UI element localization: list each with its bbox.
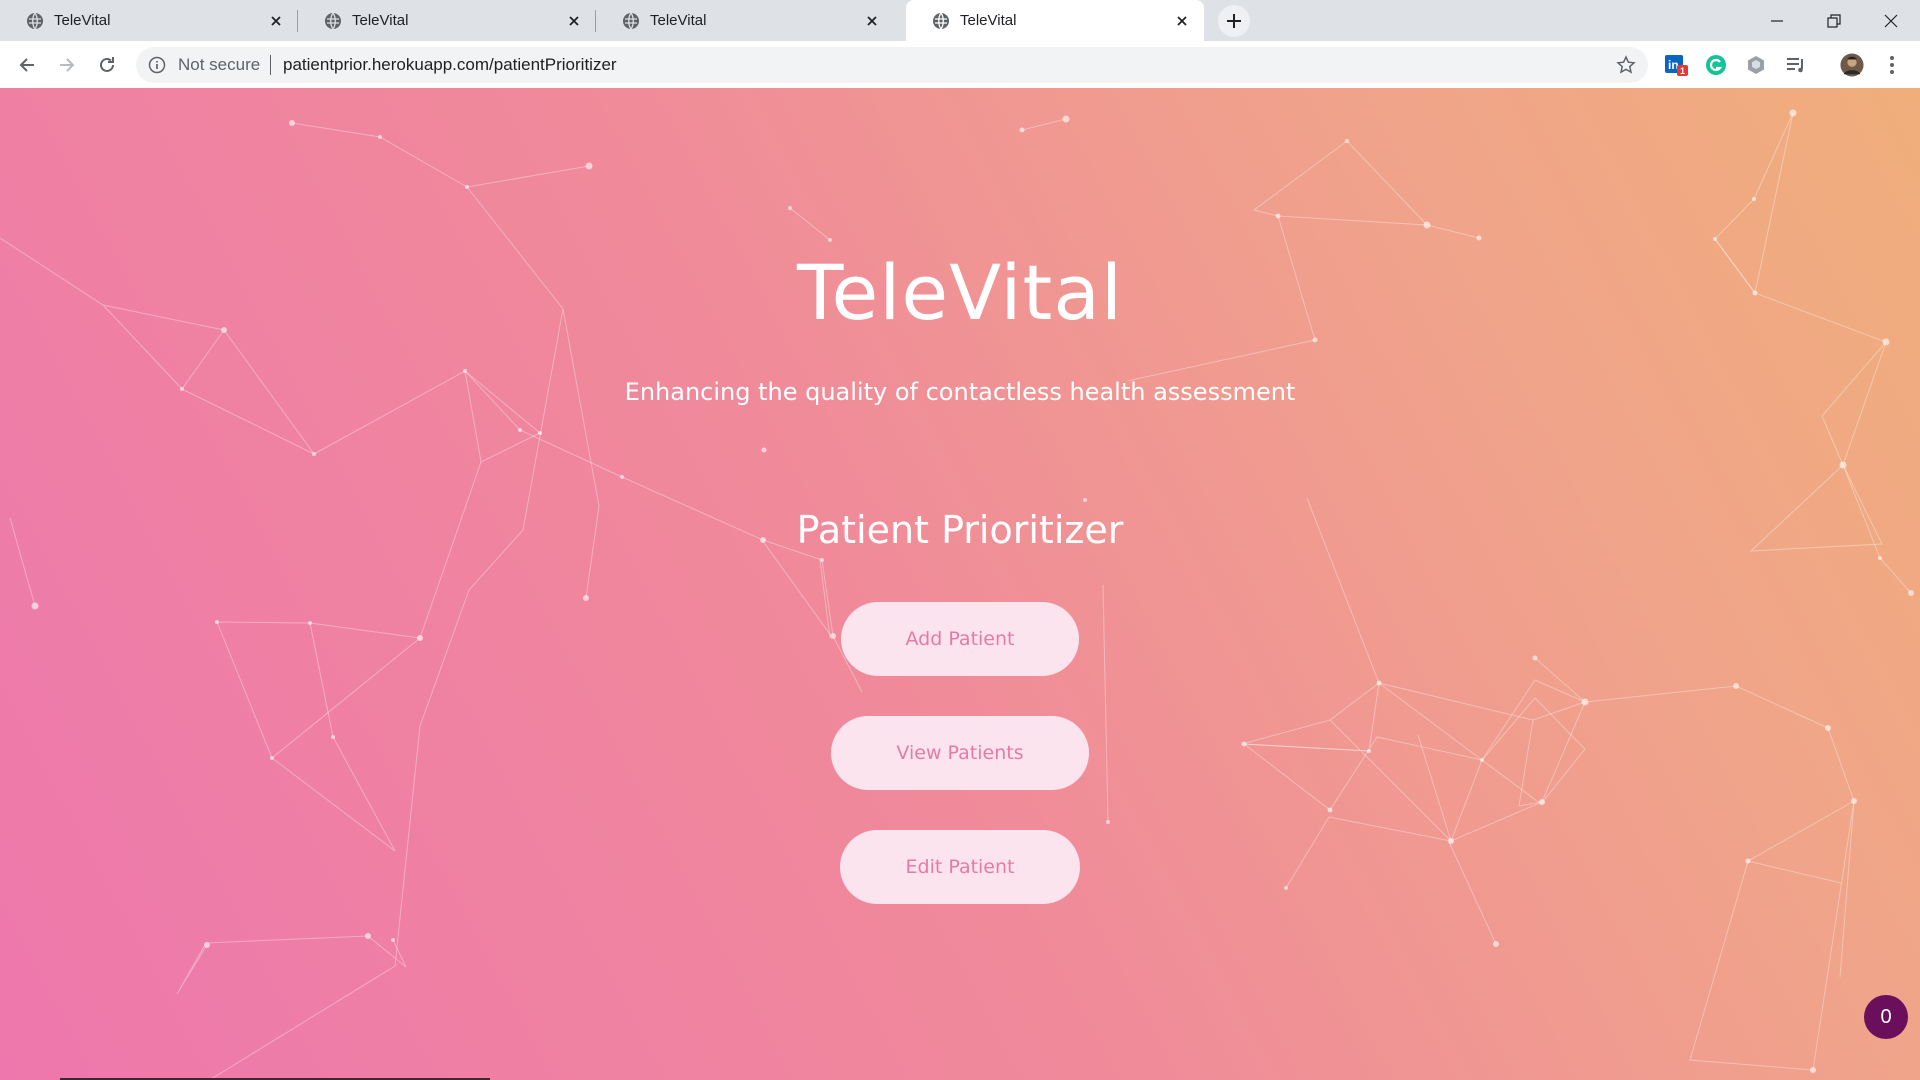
linkedin-badge: 1 [1680,66,1685,76]
tab-title: TeleVital [352,12,409,29]
tab-title: TeleVital [650,12,707,29]
omnibox-divider [270,55,271,75]
browser-tab-active[interactable]: TeleVital [906,0,1204,41]
grammarly-icon [1706,55,1726,75]
close-tab-icon[interactable] [1174,13,1190,29]
plus-icon [1227,14,1241,28]
brand-title: TeleVital [796,248,1124,337]
browser-tab[interactable]: TeleVital [596,0,894,41]
tab-bar: TeleVital TeleVital TeleVital TeleVital [0,0,1920,41]
globe-icon [623,12,639,29]
security-label[interactable]: Not secure [178,56,260,74]
media-queue-icon [1787,58,1803,73]
minimize-icon [1771,19,1783,22]
arrow-left-icon [19,58,34,72]
extension-icon [1748,56,1764,74]
back-button[interactable] [11,49,43,81]
minimize-button[interactable] [1748,0,1806,41]
view-patients-button[interactable]: View Patients [831,716,1089,790]
restore-button[interactable] [1805,0,1863,41]
profile-avatar[interactable] [1840,53,1864,77]
url-text[interactable]: patientprior.herokuapp.com/patientPriori… [283,56,617,74]
extension-button[interactable] [1744,53,1768,77]
arrow-right-icon [60,58,75,72]
close-tab-icon[interactable] [566,13,582,29]
close-icon [1884,14,1898,27]
reload-button[interactable] [91,49,123,81]
forward-button[interactable] [51,49,83,81]
close-tab-icon[interactable] [268,13,284,29]
tab-title: TeleVital [54,12,111,29]
globe-icon [325,12,341,29]
page-background: TeleVital Enhancing the quality of conta… [0,88,1920,1080]
close-window-button[interactable] [1862,0,1920,41]
browser-tab[interactable]: TeleVital [0,0,298,41]
counter-badge[interactable]: 0 [1864,995,1908,1039]
address-bar[interactable]: Not secure patientprior.herokuapp.com/pa… [136,47,1648,83]
linkedin-extension[interactable]: in 1 [1664,53,1688,77]
info-icon[interactable] [148,56,166,74]
avatar-icon [1840,53,1864,77]
reload-icon [100,57,114,72]
close-tab-icon[interactable] [864,13,880,29]
linkedin-icon: in 1 [1665,55,1688,76]
edit-patient-button[interactable]: Edit Patient [840,830,1080,904]
media-queue-button[interactable] [1784,53,1808,77]
section-title: Patient Prioritizer [796,508,1124,552]
particle-network-background [0,109,1914,1080]
tagline: Enhancing the quality of contactless hea… [624,378,1296,406]
browser-menu-button[interactable] [1880,53,1904,77]
grammarly-extension[interactable] [1704,53,1728,77]
globe-icon [933,12,949,29]
menu-icon [1890,56,1894,74]
globe-icon [27,12,43,29]
bookmark-star-icon[interactable] [1616,55,1636,75]
browser-tab[interactable]: TeleVital [298,0,596,41]
new-tab-button[interactable] [1218,5,1250,37]
tab-title: TeleVital [960,12,1017,29]
browser-toolbar: Not secure patientprior.herokuapp.com/pa… [0,41,1920,89]
add-patient-button[interactable]: Add Patient [841,602,1079,676]
restore-icon [1827,13,1841,28]
